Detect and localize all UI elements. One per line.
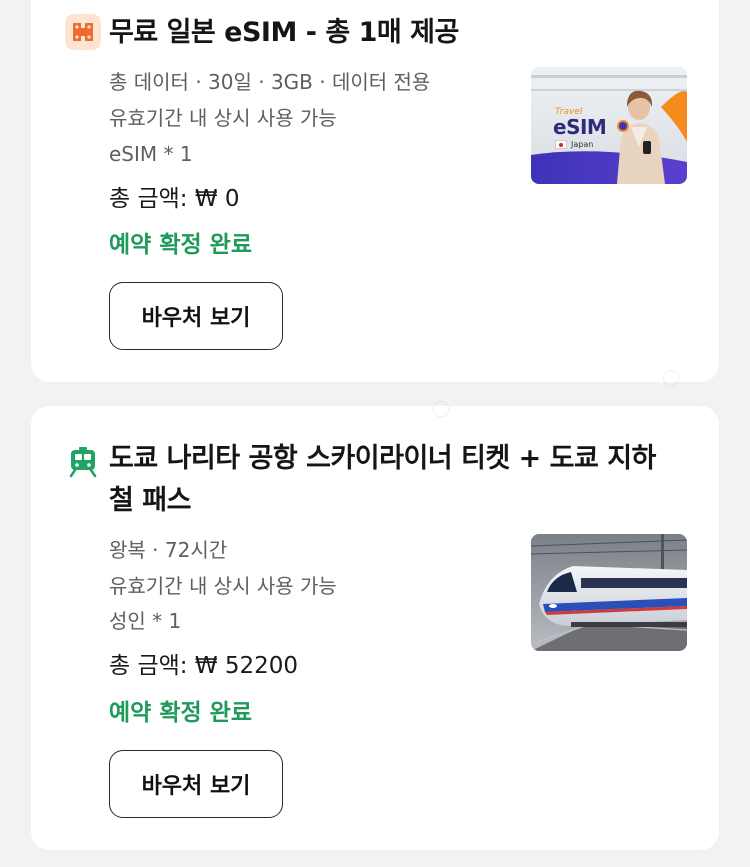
booking-status: 예약 확정 완료	[109, 232, 252, 258]
train-icon	[63, 442, 103, 482]
booking-detail-validity: 유효기간 내 상시 사용 가능	[109, 574, 337, 598]
booking-detail-summary: 총 데이터 · 30일 · 3GB · 데이터 전용	[109, 70, 431, 94]
view-voucher-button[interactable]: 바우처 보기	[109, 282, 283, 350]
view-voucher-button[interactable]: 바우처 보기	[109, 750, 283, 818]
booking-title: 무료 일본 eSIM - 총 1매 제공	[109, 17, 459, 48]
booking-card-esim[interactable]: 무료 일본 eSIM - 총 1매 제공 총 데이터 · 30일 · 3GB ·…	[31, 0, 719, 393]
ticket-icon	[63, 12, 103, 52]
japan-flag-icon	[555, 140, 567, 149]
booking-total-price: 총 금액: ₩ 0	[109, 186, 240, 212]
booking-detail-quantity: eSIM * 1	[109, 142, 193, 166]
watermark: ○	[426, 392, 456, 425]
esim-thumbnail[interactable]: Travel eSIM Japan	[531, 67, 687, 184]
booking-detail-summary: 왕복 · 72시간	[109, 538, 228, 562]
booking-detail-validity: 유효기간 내 상시 사용 가능	[109, 106, 337, 130]
booking-card-skyliner[interactable]: 도쿄 나리타 공항 스카이라이너 티켓 + 도쿄 지하철 패스 왕복 · 72시…	[31, 393, 719, 850]
esim-logo-icon	[617, 120, 629, 132]
thumb-esim-brand: eSIM	[553, 115, 607, 139]
booking-title: 도쿄 나리타 공항 스카이라이너 티켓 + 도쿄 지하철 패스	[109, 443, 656, 516]
thumb-country: Japan	[555, 140, 593, 149]
skyliner-train-thumbnail[interactable]	[531, 534, 687, 651]
thumb-country-label: Japan	[571, 140, 594, 149]
booking-detail-quantity: 성인 * 1	[109, 609, 182, 633]
booking-total-price: 총 금액: ₩ 52200	[109, 653, 299, 679]
booking-status: 예약 확정 완료	[109, 700, 252, 726]
watermark: ○	[656, 361, 686, 394]
